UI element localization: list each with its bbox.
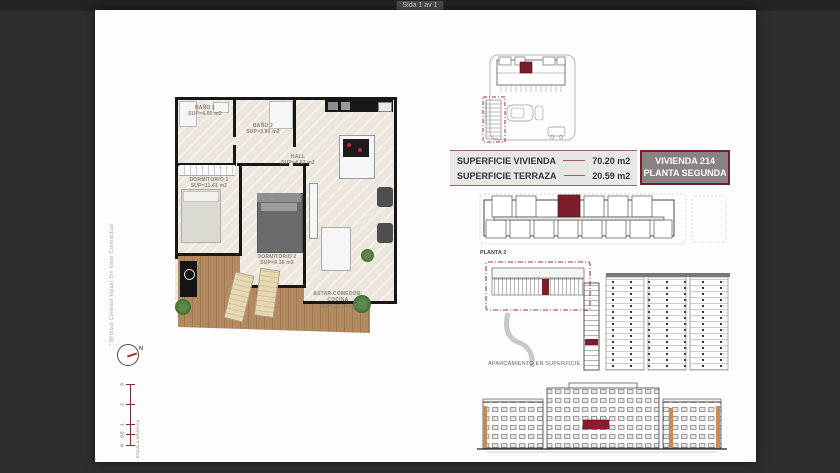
scale-line bbox=[130, 384, 132, 446]
stove-icon bbox=[343, 139, 369, 157]
bed-icon bbox=[257, 193, 303, 253]
highlighted-unit-marker bbox=[519, 61, 533, 74]
scale-tick-label: 2 bbox=[119, 403, 125, 406]
room-label-bano2: BAÑO 2 SUP=3.80 m2 bbox=[235, 123, 291, 136]
elevation-drawing bbox=[477, 382, 727, 453]
wall bbox=[239, 163, 242, 255]
room-label-hall: HALL SUP=4.67 m2 bbox=[273, 154, 323, 167]
appliance-icon bbox=[341, 102, 350, 110]
wall bbox=[303, 163, 306, 287]
unit-subtitle: PLANTA SEGUNDA bbox=[643, 167, 727, 178]
scale-tick bbox=[126, 404, 135, 406]
scale-tick-label: 3 bbox=[119, 383, 125, 386]
north-needle bbox=[126, 352, 138, 358]
keyplan-planta2-drawing bbox=[479, 193, 727, 245]
armchair-icon bbox=[377, 223, 393, 243]
scale-tick-label: 1 bbox=[119, 423, 125, 426]
facade-accent-strip bbox=[483, 406, 487, 448]
headboard-icon bbox=[257, 193, 301, 202]
scale-bar: 3 2 1 0.5 0 ESCALA GRAFICA bbox=[119, 382, 153, 462]
room-label-estar: ESTAR-COMEDOR-COCINA SUP=25.14 m2 bbox=[305, 291, 371, 310]
scale-tick bbox=[126, 424, 135, 426]
wall bbox=[233, 145, 236, 166]
summary-label: SUPERFICIE VIVIENDA bbox=[457, 155, 557, 166]
wall bbox=[175, 253, 242, 256]
wall bbox=[293, 97, 296, 147]
scale-tick bbox=[126, 384, 135, 386]
summary-label: SUPERFICIE TERRAZA bbox=[457, 170, 557, 181]
burner-icon bbox=[358, 148, 362, 152]
side-note: * Without Contract Value/ Sin Valor Cont… bbox=[109, 223, 115, 346]
pillow-icon bbox=[183, 191, 219, 202]
pdf-viewer: Sida 1 av 1 * Without Contract Value/ Si… bbox=[0, 0, 840, 473]
highlighted-unit-marker bbox=[557, 194, 581, 218]
room-area: SUP=25.14 m2 bbox=[319, 303, 357, 310]
scale-label: ESCALA GRAFICA bbox=[135, 419, 140, 458]
summary-table: SUPERFICIE VIVIENDA 70.20 m2 SUPERFICIE … bbox=[450, 150, 730, 186]
facade-center-block bbox=[546, 387, 660, 449]
washer-icon bbox=[184, 269, 195, 280]
highlighted-parking-stall bbox=[542, 279, 549, 295]
page-indicator-badge: Sida 1 av 1 bbox=[396, 1, 444, 10]
room-label-bano1: BAÑO 1 SUP=4.00 m2 bbox=[179, 105, 231, 118]
room-area: SUP=3.80 m2 bbox=[246, 129, 280, 136]
scale-tick-label: 0 bbox=[119, 444, 125, 447]
fridge-icon bbox=[378, 102, 392, 112]
highlighted-parking-stall bbox=[585, 339, 598, 345]
summary-row: SUPERFICIE TERRAZA 20.59 m2 bbox=[457, 171, 630, 181]
pillow-icon bbox=[261, 203, 297, 211]
room-label-dormitorio1: DORMITORIO 1 SUP=11.41 m2 bbox=[181, 177, 237, 190]
scale-tick bbox=[126, 445, 135, 447]
summary-row: SUPERFICIE VIVIENDA 70.20 m2 bbox=[457, 156, 630, 166]
room-area: SUP=4.00 m2 bbox=[188, 111, 222, 118]
road bbox=[504, 312, 535, 368]
room-area: SUP=4.67 m2 bbox=[281, 160, 315, 167]
wardrobe-icon bbox=[179, 165, 235, 176]
unit-box: VIVIENDA 214 PLANTA SEGUNDA bbox=[640, 150, 730, 185]
room-area: SUP=11.41 m2 bbox=[190, 183, 228, 190]
parking-label: APARCAMIENTO EN SUPERFICIE bbox=[488, 361, 581, 367]
unit-title: VIVIENDA 214 bbox=[655, 155, 715, 166]
summary-value: 70.20 m2 bbox=[592, 155, 631, 166]
plant-icon bbox=[175, 299, 191, 315]
parking-plan-drawing bbox=[485, 261, 730, 371]
dining-table-icon bbox=[321, 227, 351, 271]
siteplan-label: PLANTA BAJA bbox=[484, 100, 488, 123]
north-label: N bbox=[139, 346, 143, 352]
summary-value: 20.59 m2 bbox=[592, 170, 631, 181]
summary-leader-line bbox=[563, 175, 586, 176]
highlighted-unit-marker bbox=[582, 419, 610, 430]
room-label-dormitorio2: DORMITORIO 2 SUP=9.36 m2 bbox=[251, 254, 303, 267]
burner-icon bbox=[347, 143, 351, 147]
plant-icon bbox=[361, 249, 374, 262]
scale-tick-label: 0.5 bbox=[119, 431, 125, 438]
siteplan-drawing: PLANTA BAJA bbox=[482, 54, 576, 143]
armchair-icon bbox=[377, 187, 393, 207]
facade-left-wing bbox=[482, 401, 544, 449]
floorplan-drawing: BAÑO 1 SUP=4.00 m2 BAÑO 2 SUP=3.80 m2 HA… bbox=[175, 97, 403, 349]
summary-left-box: SUPERFICIE VIVIENDA 70.20 m2 SUPERFICIE … bbox=[450, 150, 638, 186]
facade-accent-strip bbox=[669, 408, 673, 448]
wall bbox=[394, 97, 397, 304]
north-arrow-icon bbox=[117, 344, 139, 366]
car-icon bbox=[547, 126, 566, 137]
room-name: ESTAR-COMEDOR-COCINA bbox=[313, 291, 363, 304]
wall bbox=[175, 97, 178, 259]
summary-leader-line bbox=[563, 160, 586, 161]
appliance-icon bbox=[328, 102, 338, 110]
scale-tick bbox=[126, 434, 135, 436]
facade-accent-strip bbox=[716, 406, 720, 448]
document-page: * Without Contract Value/ Sin Valor Cont… bbox=[95, 10, 756, 462]
room-area: SUP=9.36 m2 bbox=[260, 260, 294, 267]
sideboard-icon bbox=[309, 183, 318, 239]
